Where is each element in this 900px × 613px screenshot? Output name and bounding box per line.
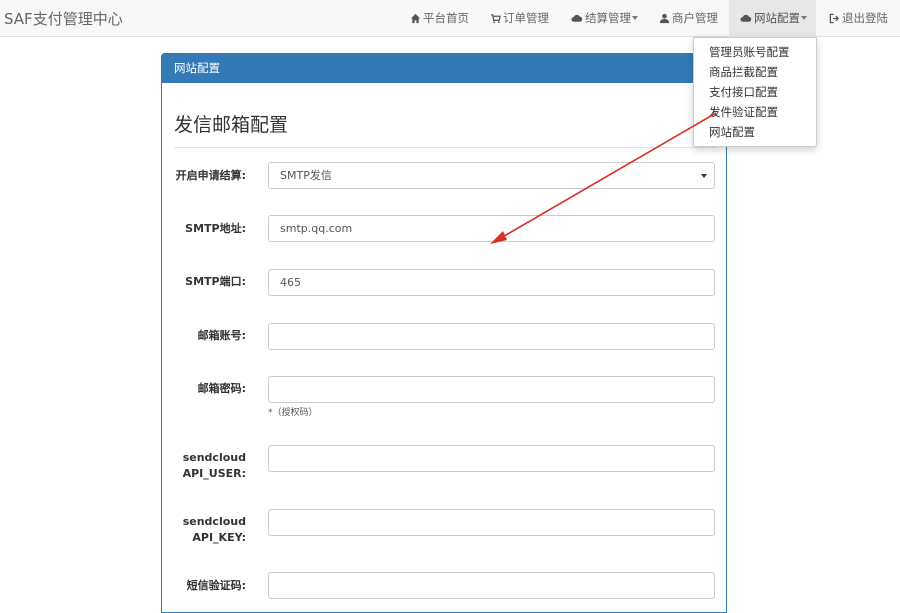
- nav-settlement-label: 结算管理: [585, 11, 631, 25]
- send-mode-value: SMTP发信: [280, 169, 332, 182]
- mail-password-label: 邮箱密码:: [197, 382, 246, 395]
- nav-orders-label: 订单管理: [503, 11, 549, 25]
- home-icon: [410, 13, 421, 24]
- sms-code-input[interactable]: [268, 572, 715, 599]
- cloud-icon: [571, 14, 583, 22]
- chevron-down-icon: [701, 174, 707, 178]
- site-config-dropdown: 管理员账号配置 商品拦截配置 支付接口配置 发件验证配置 网站配置: [693, 37, 817, 147]
- nav-home-label: 平台首页: [423, 11, 469, 25]
- smtp-host-input[interactable]: smtp.qq.com: [268, 215, 715, 242]
- nav-logout-label: 退出登陆: [842, 11, 888, 25]
- mail-password-input[interactable]: [268, 376, 715, 403]
- sendcloud-user-label: sendcloud API_USER:: [162, 450, 246, 482]
- sms-code-label: 短信验证码:: [186, 579, 246, 592]
- dropdown-item-payment-api[interactable]: 支付接口配置: [694, 82, 816, 102]
- sendcloud-key-label: sendcloud API_KEY:: [162, 514, 246, 546]
- nav-orders[interactable]: 订单管理: [490, 0, 549, 37]
- page-title: 发信邮箱配置: [174, 114, 289, 136]
- top-navbar: SAF支付管理中心 平台首页 订单管理 结算管理 商户管理 网站配置 退出登陆: [0, 0, 900, 37]
- dropdown-item-site-config[interactable]: 网站配置: [694, 122, 816, 142]
- sendcloud-key-label-line1: sendcloud: [182, 515, 246, 528]
- smtp-port-input[interactable]: 465: [268, 269, 715, 296]
- nav-settlement[interactable]: 结算管理: [571, 0, 638, 37]
- nav-home[interactable]: 平台首页: [410, 0, 469, 37]
- nav-merchants-label: 商户管理: [672, 11, 718, 25]
- chevron-down-icon: [632, 16, 638, 20]
- chevron-down-icon: [801, 16, 807, 20]
- title-divider: [174, 147, 716, 148]
- mail-account-label: 邮箱账号:: [197, 329, 246, 342]
- smtp-port-label: SMTP端口:: [185, 275, 246, 288]
- config-panel: 网站配置 发信邮箱配置 开启申请结算: SMTP发信 SMTP地址: smtp.…: [161, 53, 727, 613]
- nav-logout[interactable]: 退出登陆: [829, 0, 888, 37]
- dropdown-item-admin-account[interactable]: 管理员账号配置: [694, 42, 816, 62]
- nav-site-config[interactable]: 网站配置: [729, 0, 816, 37]
- dropdown-item-product-block[interactable]: 商品拦截配置: [694, 62, 816, 82]
- mail-account-input[interactable]: [268, 323, 715, 350]
- sendcloud-user-label-line2: API_USER:: [182, 467, 246, 480]
- cloud-icon: [740, 14, 752, 22]
- sendcloud-user-label-line1: sendcloud: [182, 451, 246, 464]
- send-mode-select[interactable]: SMTP发信: [268, 162, 715, 189]
- dropdown-item-mail-verify[interactable]: 发件验证配置: [694, 102, 816, 122]
- brand-title[interactable]: SAF支付管理中心: [4, 8, 123, 29]
- nav-site-config-label: 网站配置: [754, 11, 800, 25]
- panel-heading: 网站配置: [162, 54, 726, 83]
- user-icon: [659, 13, 670, 24]
- cart-icon: [490, 14, 501, 24]
- nav-merchants[interactable]: 商户管理: [659, 0, 718, 37]
- sendcloud-key-label-line2: API_KEY:: [192, 531, 246, 544]
- sendcloud-user-input[interactable]: [268, 445, 715, 472]
- smtp-host-label: SMTP地址:: [185, 222, 246, 235]
- sendcloud-key-input[interactable]: [268, 509, 715, 536]
- mail-password-help: *（授权码）: [268, 408, 318, 418]
- send-mode-label: 开启申请结算:: [175, 169, 246, 182]
- logout-icon: [829, 13, 840, 24]
